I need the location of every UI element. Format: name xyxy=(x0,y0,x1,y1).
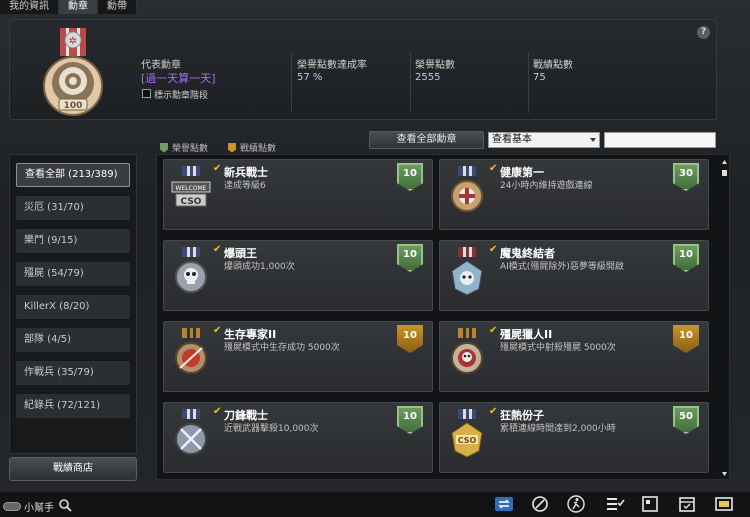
sidebar-item-fun-fight[interactable]: 樂鬥 (9/15) xyxy=(16,229,130,253)
divider xyxy=(291,53,292,113)
compass-icon[interactable] xyxy=(530,494,550,514)
medal-desc: 達成等級6 xyxy=(224,181,266,191)
medal-desc: 近戰武器擊殺10,000次 xyxy=(224,424,319,434)
rep-medal-label: 代表勳章 xyxy=(141,60,181,71)
survival-medal-icon xyxy=(175,328,207,374)
points-shield: 10 xyxy=(397,163,423,191)
sidebar-item-disaster[interactable]: 災厄 (31/70) xyxy=(16,196,130,220)
representative-medal-icon: ✲ 100 xyxy=(43,28,103,116)
medal-desc: AI模式(殭屍除外)惡夢等級開啟 xyxy=(500,262,624,272)
rep-medal-name: [過一天算一天] xyxy=(141,72,216,85)
svg-text:WELCOME: WELCOME xyxy=(176,185,207,192)
view-all-medals-button[interactable]: 查看全部勳章 xyxy=(369,131,484,149)
category-sidebar: 查看全部 (213/389) 災厄 (31/70) 樂鬥 (9/15) 殭屍 (… xyxy=(9,154,137,454)
complete-check-icon: ✔ xyxy=(213,244,222,255)
gold-shield-icon xyxy=(228,142,236,153)
medal-card[interactable]: ✔ 殭屍獵人II 殭屍模式中射殺殭屍 5000次 10 xyxy=(439,321,709,392)
complete-check-icon: ✔ xyxy=(489,325,498,336)
points-shield: 50 xyxy=(673,406,699,434)
helper-toggle[interactable] xyxy=(3,502,21,511)
points-shield: 10 xyxy=(673,325,699,353)
divider xyxy=(410,53,411,113)
chevron-down-icon xyxy=(590,138,596,142)
helper-label: 小幫手 xyxy=(24,503,54,514)
medal-card[interactable]: ✔ 刀鋒戰士 近戰武器擊殺10,000次 10 xyxy=(163,402,433,473)
complete-check-icon: ✔ xyxy=(213,325,222,336)
search-icon[interactable] xyxy=(58,498,72,512)
zombie-hunter-medal-icon xyxy=(451,328,483,374)
green-shield-icon xyxy=(160,142,168,153)
runner-icon[interactable] xyxy=(566,494,586,514)
svg-text:CSO: CSO xyxy=(181,197,202,207)
health-medal-icon xyxy=(451,166,483,212)
medal-card[interactable]: CSO ✔ 狂熱份子 累積連線時間達到2,000小時 50 xyxy=(439,402,709,473)
tab-my-info[interactable]: 我的資訊 xyxy=(0,0,59,14)
medal-desc: 殭屍模式中生存成功 5000次 xyxy=(224,343,340,353)
medal-card[interactable]: ✔ 爆頭王 爆頭成功1,000次 10 xyxy=(163,240,433,311)
welcome-badge-icon: WELCOME CSO xyxy=(171,166,211,207)
view-filter-select[interactable]: 查看基本 xyxy=(488,132,600,148)
complete-check-icon: ✔ xyxy=(213,163,222,174)
skull-medal-icon xyxy=(175,247,207,293)
sidebar-item-combat[interactable]: 作戰兵 (35/79) xyxy=(16,361,130,385)
sidebar-item-clan[interactable]: 部隊 (4/5) xyxy=(16,328,130,352)
medal-desc: 殭屍模式中射殺殭屍 5000次 xyxy=(500,343,616,353)
record-shop-button[interactable]: 戰績商店 xyxy=(9,457,137,481)
medal-desc: 24小時內維持遊戲連線 xyxy=(500,181,593,191)
svg-text:CSO: CSO xyxy=(458,436,477,445)
complete-check-icon: ✔ xyxy=(489,163,498,174)
svg-text:100: 100 xyxy=(64,101,83,111)
select-value: 查看基本 xyxy=(492,134,532,145)
sidebar-item-killerx[interactable]: KillerX (8/20) xyxy=(16,295,130,319)
medal-card[interactable]: WELCOME CSO ✔ 新兵戰士 達成等級6 10 xyxy=(163,159,433,230)
sidebar-item-all[interactable]: 查看全部 (213/389) xyxy=(16,163,130,187)
divider xyxy=(528,53,529,113)
film-icon[interactable] xyxy=(714,494,734,514)
tab-ribbons[interactable]: 勳帶 xyxy=(98,0,137,14)
medal-card[interactable]: ✔ 生存專家II 殭屍模式中生存成功 5000次 10 xyxy=(163,321,433,392)
demon-medal-icon xyxy=(451,247,483,296)
complete-check-icon: ✔ xyxy=(489,406,498,417)
medal-desc: 爆頭成功1,000次 xyxy=(224,262,295,272)
honor-points-label: 榮譽點數 xyxy=(415,60,455,71)
scroll-thumb[interactable] xyxy=(722,170,727,176)
sidebar-item-zombie[interactable]: 殭屍 (54/79) xyxy=(16,262,130,286)
legend-honor: 榮譽點數 xyxy=(160,141,208,154)
honor-rate-value: 57 % xyxy=(297,72,323,83)
svg-text:✲: ✲ xyxy=(69,36,77,47)
points-shield: 10 xyxy=(397,244,423,272)
calendar-icon[interactable] xyxy=(677,494,697,514)
medal-search-input[interactable] xyxy=(604,132,716,148)
legend-record-label: 戰績點數 xyxy=(240,144,277,154)
points-shield: 30 xyxy=(673,163,699,191)
show-stage-checkbox[interactable] xyxy=(142,89,151,98)
complete-check-icon: ✔ xyxy=(489,244,498,255)
points-shield: 10 xyxy=(397,325,423,353)
blade-medal-icon xyxy=(175,409,207,455)
fanatic-medal-icon: CSO xyxy=(451,409,483,458)
medal-card[interactable]: ✔ 健康第一 24小時內維持遊戲連線 30 xyxy=(439,159,709,230)
points-shield: 10 xyxy=(673,244,699,272)
show-stage-label: 標示勳章階段 xyxy=(154,91,209,101)
sidebar-item-record[interactable]: 紀錄兵 (72/121) xyxy=(16,394,130,418)
grid-scrollbar[interactable] xyxy=(721,158,728,478)
window-icon[interactable] xyxy=(640,494,660,514)
legend-record: 戰績點數 xyxy=(228,141,276,154)
bottom-bar xyxy=(0,492,750,517)
medal-desc: 累積連線時間達到2,000小時 xyxy=(500,424,616,434)
record-points-label: 戰績點數 xyxy=(533,60,573,71)
complete-check-icon: ✔ xyxy=(213,406,222,417)
honor-rate-label: 榮譽點數達成率 xyxy=(297,60,367,71)
legend-honor-label: 榮譽點數 xyxy=(172,144,209,154)
help-button[interactable]: ? xyxy=(697,26,710,39)
swap-icon[interactable] xyxy=(494,494,514,514)
honor-points-value: 2555 xyxy=(415,72,441,83)
medal-card[interactable]: ✔ 魔鬼終結者 AI模式(殭屍除外)惡夢等級開啟 10 xyxy=(439,240,709,311)
checklist-icon[interactable] xyxy=(605,494,625,514)
tab-medals[interactable]: 勳章 xyxy=(59,0,98,14)
record-points-value: 75 xyxy=(533,72,546,83)
tab-bar: 我的資訊 勳章 勳帶 xyxy=(0,0,137,14)
points-shield: 10 xyxy=(397,406,423,434)
